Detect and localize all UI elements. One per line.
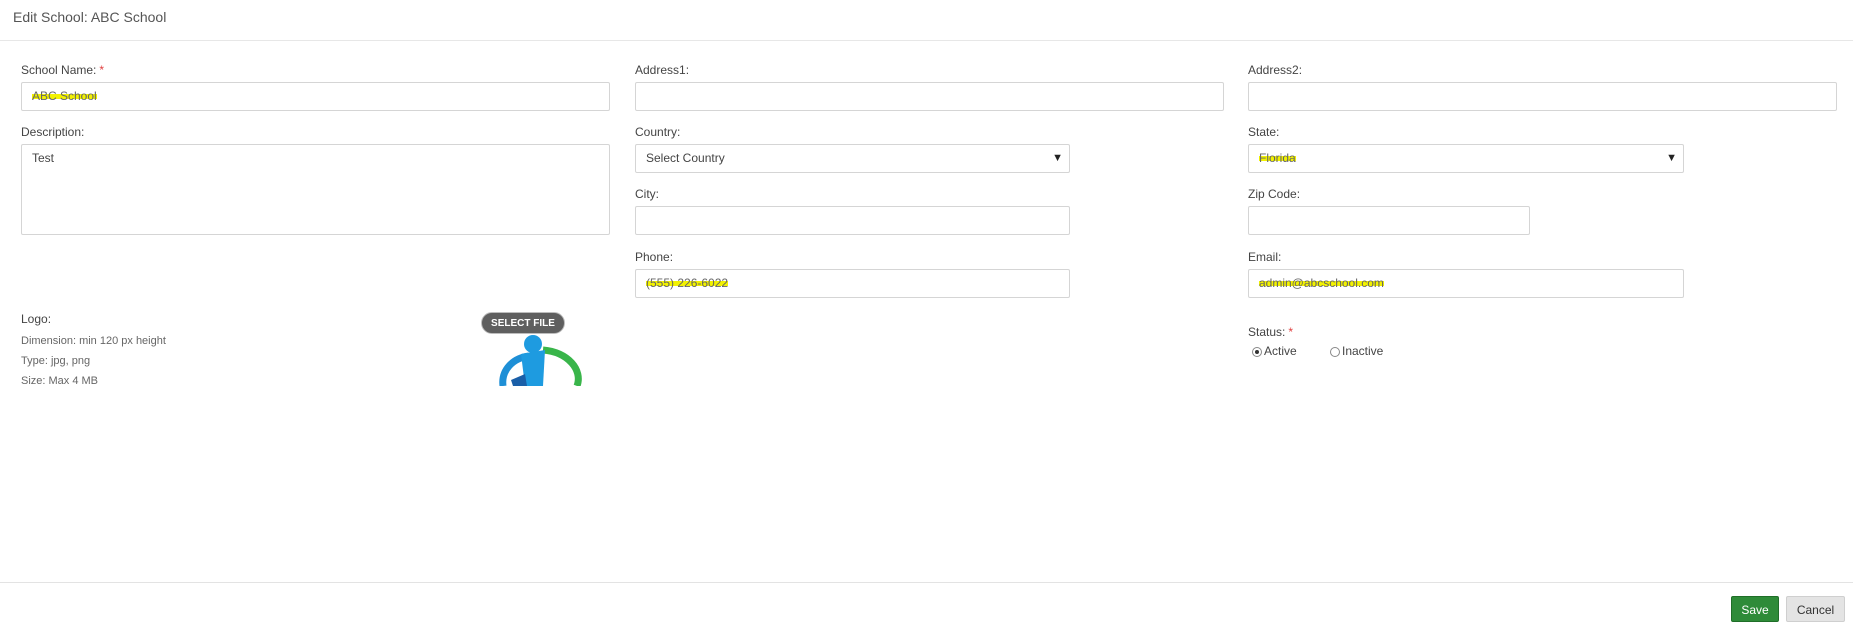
address1-label: Address1: [635,63,690,77]
description-value: Test [32,151,55,165]
logo-label: Logo: [21,312,52,326]
address2-input[interactable] [1248,82,1837,111]
select-file-button[interactable]: SELECT FILE [481,312,565,334]
zip-code-input[interactable] [1248,206,1530,235]
country-select[interactable]: Select Country ▼ [635,144,1070,173]
state-value: Florida [1259,151,1296,165]
school-name-input[interactable]: ABC School [21,82,610,111]
city-input[interactable] [635,206,1070,235]
school-name-label: School Name: * [21,63,105,77]
phone-label: Phone: [635,250,674,264]
save-button[interactable]: Save [1731,596,1779,622]
status-radio-inactive[interactable]: Inactive [1330,344,1383,358]
description-textarea[interactable]: Test [21,144,610,235]
email-value: admin@abcschool.com [1259,276,1384,290]
country-label: Country: [635,125,681,139]
page-header: Edit School: ABC School [0,0,1853,41]
required-marker: * [1288,325,1294,339]
state-select[interactable]: Florida ▼ [1248,144,1684,173]
status-label: Status: * [1248,325,1294,339]
address1-input[interactable] [635,82,1224,111]
description-label: Description: [21,125,85,139]
address2-label: Address2: [1248,63,1303,77]
radio-unchecked-icon[interactable] [1330,347,1340,357]
radio-checked-icon[interactable] [1252,347,1262,357]
phone-input[interactable]: (555) 226-6022 [635,269,1070,298]
city-label: City: [635,187,659,201]
logo-size-hint: Size: Max 4 MB [21,375,99,387]
required-marker: * [99,63,105,77]
school-name-value: ABC School [32,89,97,103]
page-title: Edit School: ABC School [13,9,167,25]
cancel-button[interactable]: Cancel [1786,596,1845,622]
phone-value: (555) 226-6022 [646,276,729,290]
country-value: Select Country [646,151,725,165]
logo-dimension-hint: Dimension: min 120 px height [21,335,166,347]
chevron-down-icon: ▼ [1666,152,1677,164]
logo-type-hint: Type: jpg, png [21,355,91,367]
email-label: Email: [1248,250,1282,264]
form-footer: Save Cancel [0,582,1853,631]
state-label: State: [1248,125,1280,139]
chevron-down-icon: ▼ [1052,152,1063,164]
status-radio-active[interactable]: Active [1252,344,1297,358]
school-logo-image [473,330,605,386]
zip-code-label: Zip Code: [1248,187,1301,201]
email-input[interactable]: admin@abcschool.com [1248,269,1684,298]
